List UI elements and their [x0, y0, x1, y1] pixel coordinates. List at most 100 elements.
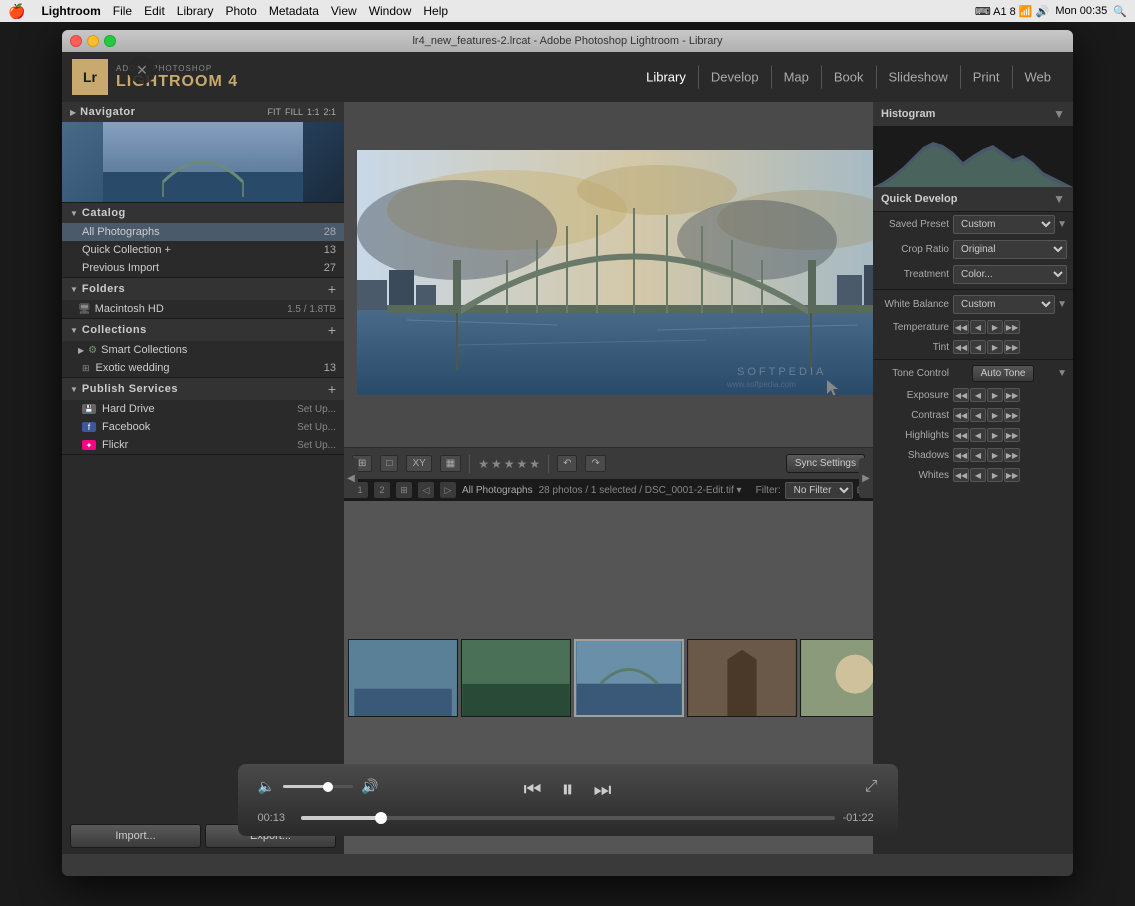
collections-header[interactable]: ▼ Collections +	[62, 319, 344, 341]
menubar-library[interactable]: Library	[177, 4, 214, 18]
treatment-select[interactable]: Color...	[953, 265, 1067, 284]
auto-tone-button[interactable]: Auto Tone	[972, 365, 1035, 382]
import-button[interactable]: Import...	[70, 824, 201, 848]
tab-develop[interactable]: Develop	[699, 66, 772, 89]
temp-inc-inc-button[interactable]: ▶▶	[1004, 320, 1020, 334]
con-inc-inc-button[interactable]: ▶▶	[1004, 408, 1020, 422]
film-thumb-4[interactable]	[687, 639, 797, 717]
folders-add-button[interactable]: +	[328, 282, 336, 296]
rotate-ccw-button[interactable]: ↶	[557, 455, 577, 472]
service-facebook[interactable]: f Facebook Set Up...	[62, 418, 344, 436]
tab-web[interactable]: Web	[1013, 66, 1064, 89]
filmstrip-prev-button[interactable]: ◁	[418, 482, 434, 498]
photo-area[interactable]: SOFTPEDIA www.softpedia.com	[344, 102, 873, 447]
facebook-setup-button[interactable]: Set Up...	[297, 422, 336, 433]
histogram-header[interactable]: Histogram ▼	[873, 102, 1073, 127]
quick-develop-header[interactable]: Quick Develop ▼	[873, 187, 1073, 212]
star-rating[interactable]: ★ ★ ★ ★ ★	[478, 457, 540, 471]
hl-inc-inc-button[interactable]: ▶▶	[1004, 428, 1020, 442]
histogram-expand-icon[interactable]: ▼	[1053, 107, 1065, 121]
exp-dec-dec-button[interactable]: ◀◀	[953, 388, 969, 402]
tint-inc-button[interactable]: ▶	[987, 340, 1003, 354]
catalog-header[interactable]: ▼ Catalog	[62, 203, 344, 223]
filter-select[interactable]: No Filter	[785, 482, 853, 499]
view-survey-button[interactable]: ▦	[440, 455, 461, 472]
progress-knob[interactable]	[375, 812, 387, 824]
saved-preset-select[interactable]: Custom	[953, 215, 1055, 234]
film-thumb-2[interactable]	[461, 639, 571, 717]
volume-high-icon[interactable]: 🔊	[361, 778, 378, 795]
hl-dec-dec-button[interactable]: ◀◀	[953, 428, 969, 442]
volume-icon[interactable]: 🔈	[258, 778, 275, 795]
view-compare-button[interactable]: XY	[406, 455, 431, 472]
film-thumb-1[interactable]	[348, 639, 458, 717]
menubar-edit[interactable]: Edit	[144, 4, 165, 18]
service-flickr[interactable]: ✦ Flickr Set Up...	[62, 436, 344, 454]
publish-add-button[interactable]: +	[328, 382, 336, 396]
view-loupe-button[interactable]: □	[380, 455, 398, 472]
pause-button[interactable]: ⏸	[562, 776, 574, 804]
wh-inc-inc-button[interactable]: ▶▶	[1004, 468, 1020, 482]
star-3[interactable]: ★	[504, 457, 515, 471]
folders-header[interactable]: ▼ Folders +	[62, 278, 344, 300]
volume-knob[interactable]	[323, 782, 333, 792]
wh-dec-button[interactable]: ◀	[970, 468, 986, 482]
wh-dec-dec-button[interactable]: ◀◀	[953, 468, 969, 482]
star-5[interactable]: ★	[529, 457, 540, 471]
tab-print[interactable]: Print	[961, 66, 1013, 89]
menubar-view[interactable]: View	[331, 4, 357, 18]
menubar-app-name[interactable]: Lightroom	[41, 4, 100, 18]
film-thumb-3[interactable]	[574, 639, 684, 717]
window-close-button[interactable]	[70, 35, 82, 47]
inner-close-button[interactable]: ✕	[128, 56, 156, 84]
hl-dec-button[interactable]: ◀	[970, 428, 986, 442]
tint-dec-dec-button[interactable]: ◀◀	[953, 340, 969, 354]
nav-ctrl-fit[interactable]: FIT	[267, 107, 281, 117]
fullscreen-button[interactable]: ⤢	[865, 778, 878, 796]
collections-add-button[interactable]: +	[328, 323, 336, 337]
filmstrip-page-2[interactable]: 2	[374, 482, 390, 498]
navigator-header[interactable]: ▶ Navigator FIT FILL 1:1 2:1	[62, 102, 344, 122]
skip-forward-button[interactable]: ⏭	[594, 779, 612, 802]
tint-inc-inc-button[interactable]: ▶▶	[1004, 340, 1020, 354]
tint-dec-button[interactable]: ◀	[970, 340, 986, 354]
tab-library[interactable]: Library	[634, 66, 699, 89]
nav-ctrl-fill[interactable]: FILL	[285, 107, 303, 117]
catalog-item-previous[interactable]: Previous Import 27	[62, 259, 344, 277]
filmstrip-grid-button[interactable]: ⊞	[396, 482, 412, 498]
exp-inc-inc-button[interactable]: ▶▶	[1004, 388, 1020, 402]
sh-inc-inc-button[interactable]: ▶▶	[1004, 448, 1020, 462]
con-inc-button[interactable]: ▶	[987, 408, 1003, 422]
nav-ctrl-1-1[interactable]: 1:1	[307, 107, 320, 117]
temp-dec-dec-button[interactable]: ◀◀	[953, 320, 969, 334]
sh-inc-button[interactable]: ▶	[987, 448, 1003, 462]
sync-settings-button[interactable]: Sync Settings	[786, 454, 865, 473]
progress-bar[interactable]	[301, 816, 835, 820]
window-maximize-button[interactable]	[104, 35, 116, 47]
sh-dec-button[interactable]: ◀	[970, 448, 986, 462]
catalog-item-all[interactable]: All Photographs 28	[62, 223, 344, 241]
hl-inc-button[interactable]: ▶	[987, 428, 1003, 442]
menubar-metadata[interactable]: Metadata	[269, 4, 319, 18]
skip-back-button[interactable]: ⏮	[524, 779, 542, 802]
tab-map[interactable]: Map	[772, 66, 822, 89]
exp-inc-button[interactable]: ▶	[987, 388, 1003, 402]
sh-dec-dec-button[interactable]: ◀◀	[953, 448, 969, 462]
wh-inc-button[interactable]: ▶	[987, 468, 1003, 482]
tab-book[interactable]: Book	[822, 66, 877, 89]
star-1[interactable]: ★	[478, 457, 489, 471]
service-harddrive[interactable]: 💾 Hard Drive Set Up...	[62, 400, 344, 418]
right-panel-collapse-button[interactable]: ▶	[859, 458, 873, 498]
filmstrip-next-button[interactable]: ▷	[440, 482, 456, 498]
temp-dec-button[interactable]: ◀	[970, 320, 986, 334]
tone-expand-icon[interactable]: ▼	[1057, 368, 1067, 379]
menubar-window[interactable]: Window	[369, 4, 412, 18]
exp-dec-button[interactable]: ◀	[970, 388, 986, 402]
exotic-wedding-item[interactable]: ⊞ Exotic wedding 13	[62, 359, 344, 377]
white-balance-dropdown-icon[interactable]: ▼	[1057, 299, 1067, 310]
smart-collections-item[interactable]: ▶ ⚙ Smart Collections	[62, 341, 344, 359]
star-4[interactable]: ★	[517, 457, 528, 471]
menubar-photo[interactable]: Photo	[225, 4, 256, 18]
volume-slider[interactable]	[283, 785, 353, 788]
temp-inc-button[interactable]: ▶	[987, 320, 1003, 334]
